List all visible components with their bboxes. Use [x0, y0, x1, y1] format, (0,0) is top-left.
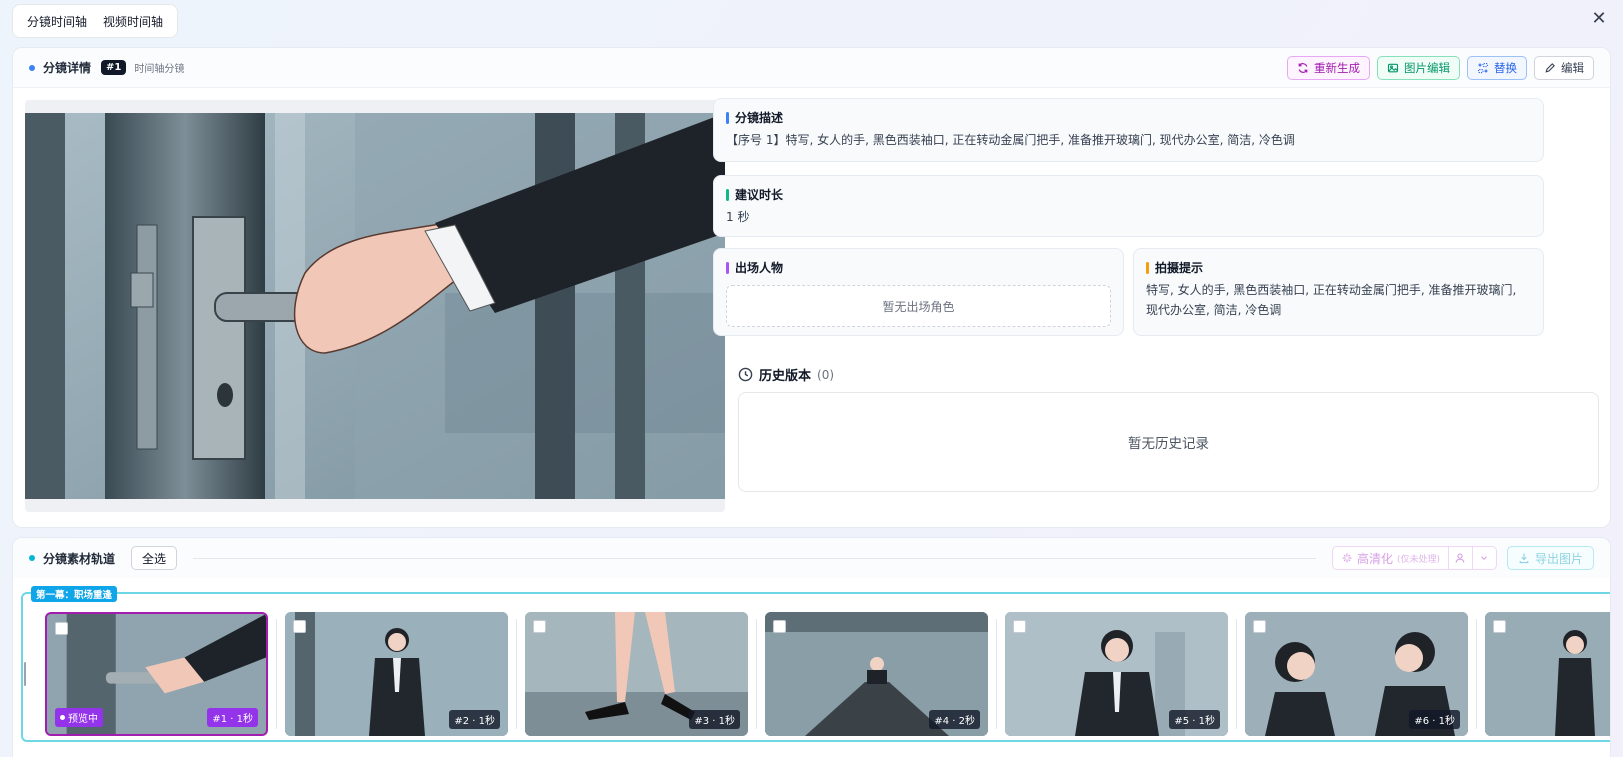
blue-bar: [726, 111, 729, 124]
thumbnail-strip: 预览中 #1 · 1秒 #2 · 1秒 #3 · 1秒 #4 · 2秒 #5 ·…: [45, 612, 1610, 736]
thumb-label: #1 · 1秒: [207, 708, 258, 727]
thumb-checkbox[interactable]: [1013, 620, 1026, 633]
green-bar: [726, 188, 729, 201]
duration-text: 1 秒: [726, 210, 750, 224]
clock-icon: [738, 367, 753, 382]
history-title: 历史版本: [759, 369, 812, 384]
divider: [193, 557, 1316, 559]
characters-title: 出场人物: [735, 261, 784, 275]
shot-main-image: [25, 100, 725, 512]
scroll-handle[interactable]: [24, 662, 26, 686]
image-edit-button[interactable]: 图片编辑: [1377, 55, 1460, 80]
thumbnail-4[interactable]: #4 · 2秒: [765, 612, 988, 736]
door-handle-illustration: [25, 113, 725, 499]
shooting-tips-card: 拍摄提示 特写, 女人的手, 黑色西装袖口, 正在转动金属门把手, 准备推开玻璃…: [1133, 248, 1544, 336]
select-all-button[interactable]: 全选: [131, 546, 178, 570]
detail-title: 分镜详情: [43, 61, 92, 75]
description-card: 分镜描述 【序号 1】特写, 女人的手, 黑色西装袖口, 正在转动金属门把手, …: [713, 98, 1544, 162]
thumb-label: #3 · 1秒: [689, 710, 740, 729]
scene-group: 第一幕：职场重逢 预览中 #1 · 1秒 #2 · 1秒 #3 · 1秒 #4 …: [21, 586, 1610, 742]
thumbnail-5[interactable]: #5 · 1秒: [1005, 612, 1228, 736]
duration-title: 建议时长: [735, 188, 784, 202]
thumb-label: #4 · 2秒: [929, 710, 980, 729]
shot-number-badge: #1: [101, 60, 127, 75]
history-header: 历史版本 (0): [738, 365, 834, 384]
pencil-icon: [1545, 62, 1555, 73]
image-edit-label: 图片编辑: [1404, 62, 1450, 75]
thumb-label: #6 · 1秒: [1409, 710, 1460, 729]
thumb-checkbox[interactable]: [533, 620, 546, 633]
thumb-checkbox[interactable]: [55, 622, 68, 635]
description-text: 【序号 1】特写, 女人的手, 黑色西装袖口, 正在转动金属门把手, 准备推开玻…: [726, 133, 1295, 147]
characters-empty: 暂无出场角色: [726, 285, 1111, 327]
thumbnail-1[interactable]: 预览中 #1 · 1秒: [45, 612, 268, 736]
tab-storyboard-timeline[interactable]: 分镜时间轴: [19, 13, 95, 30]
thumb-checkbox[interactable]: [1493, 620, 1506, 633]
duration-card: 建议时长 1 秒: [713, 175, 1544, 237]
replace-button[interactable]: 替换: [1467, 55, 1527, 80]
upscale-note: (仅未处理): [1396, 554, 1440, 565]
regenerate-button[interactable]: 重新生成: [1287, 55, 1370, 80]
orange-bar: [1146, 261, 1149, 274]
view-tabs: 分镜时间轴 视频时间轴: [12, 4, 179, 38]
purple-bar: [726, 261, 729, 274]
track-title: 分镜素材轨道: [43, 551, 116, 566]
detail-header: 分镜详情 #1 时间轴分镜 重新生成 图片编辑 替换 编辑: [13, 48, 1610, 88]
previewing-badge: 预览中: [55, 708, 103, 727]
track-header: 分镜素材轨道 全选 高清化 (仅未处理) 导出图片: [13, 538, 1610, 578]
person-icon[interactable]: [1447, 547, 1472, 569]
refresh-icon: [1298, 62, 1308, 73]
thumb-checkbox[interactable]: [1253, 620, 1266, 633]
close-icon[interactable]: ✕: [1589, 9, 1609, 29]
regenerate-label: 重新生成: [1314, 62, 1360, 75]
thumb-label: #2 · 1秒: [449, 710, 500, 729]
characters-card: 出场人物 暂无出场角色: [713, 248, 1124, 336]
history-empty-box: 暂无历史记录: [738, 392, 1599, 492]
thumb-checkbox[interactable]: [773, 620, 786, 633]
chevron-down-icon[interactable]: [1471, 547, 1496, 569]
hd-button-group: 高清化 (仅未处理): [1331, 546, 1497, 570]
dot-icon: [29, 64, 35, 71]
thumbnail-2[interactable]: #2 · 1秒: [285, 612, 508, 736]
detail-subtitle: 时间轴分镜: [134, 64, 185, 75]
thumbnail-6[interactable]: #6 · 1秒: [1245, 612, 1468, 736]
export-images-button[interactable]: 导出图片: [1506, 546, 1594, 570]
history-empty-text: 暂无历史记录: [1128, 436, 1209, 452]
thumbnail-7[interactable]: [1485, 612, 1610, 736]
edit-button[interactable]: 编辑: [1534, 55, 1594, 80]
upscale-label: 高清化: [1356, 551, 1393, 566]
previewing-label: 预览中: [68, 714, 98, 725]
history-count: (0): [817, 367, 835, 382]
thumb-label: #5 · 1秒: [1169, 710, 1220, 729]
edit-label: 编辑: [1561, 62, 1584, 75]
scene-tag: 第一幕：职场重逢: [31, 586, 118, 602]
download-icon: [1519, 553, 1529, 564]
image-icon: [1387, 63, 1399, 72]
tips-title: 拍摄提示: [1155, 261, 1204, 275]
replace-icon: [1477, 62, 1489, 73]
upscale-button[interactable]: 高清化 (仅未处理): [1333, 550, 1448, 567]
replace-label: 替换: [1494, 62, 1517, 75]
sparkle-icon: [1342, 553, 1352, 563]
description-title: 分镜描述: [735, 111, 784, 125]
material-track-panel: 分镜素材轨道 全选 高清化 (仅未处理) 导出图片 第一幕：职场重逢 预览中 #…: [12, 537, 1611, 757]
export-label: 导出图片: [1534, 551, 1583, 566]
thumbnail-3[interactable]: #3 · 1秒: [525, 612, 748, 736]
tips-text: 特写, 女人的手, 黑色西装袖口, 正在转动金属门把手, 准备推开玻璃门, 现代…: [1146, 283, 1517, 317]
tab-video-timeline[interactable]: 视频时间轴: [95, 13, 171, 30]
dot-icon: [29, 555, 35, 561]
thumb-checkbox[interactable]: [293, 620, 306, 633]
